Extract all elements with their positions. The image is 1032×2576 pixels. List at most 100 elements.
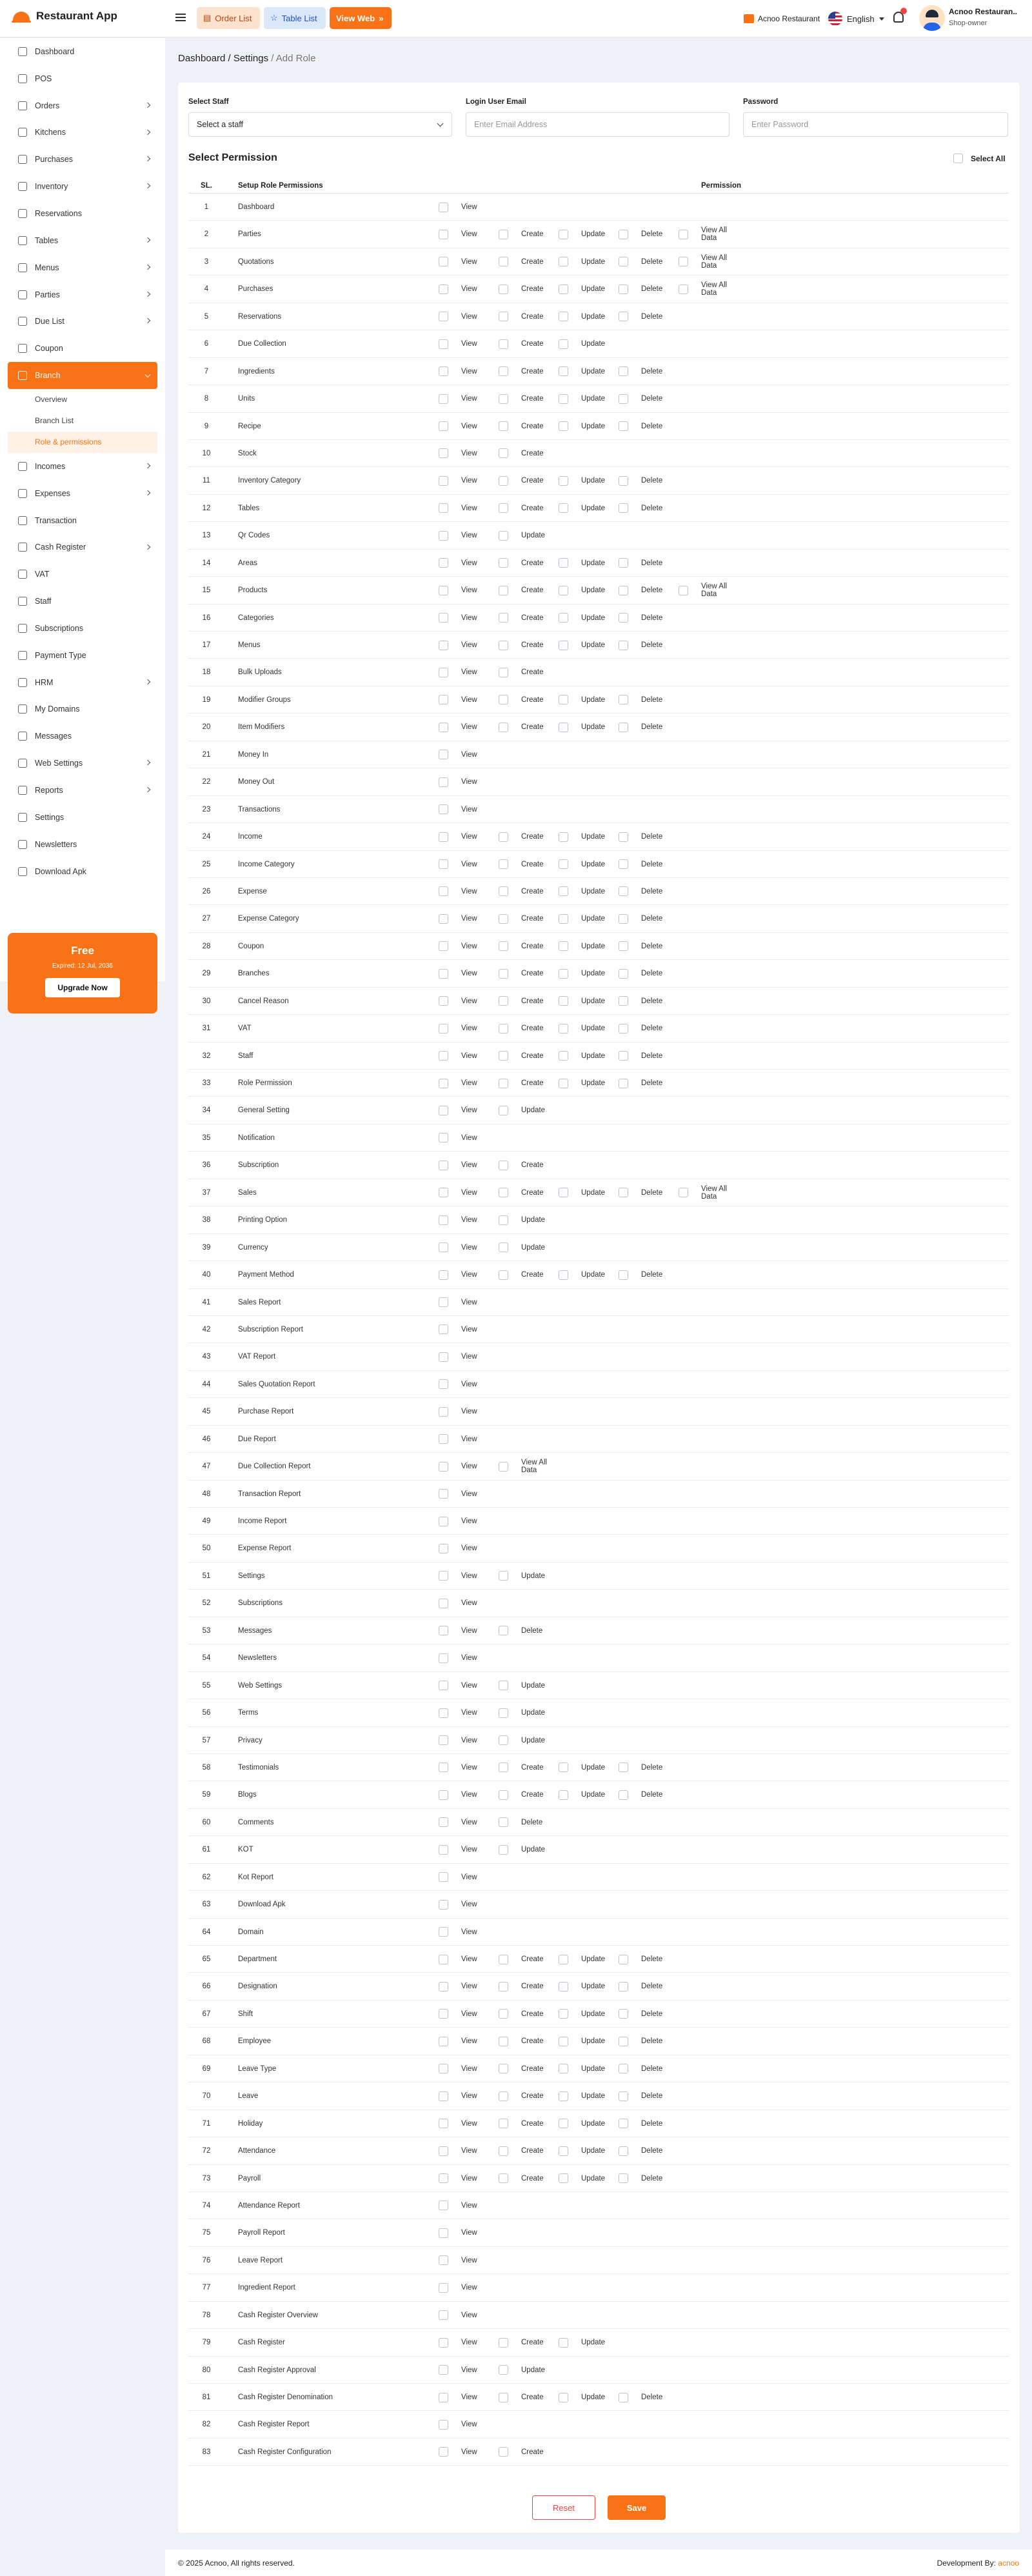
permission-checkbox[interactable] <box>499 421 508 431</box>
permission-checkbox[interactable] <box>439 1105 448 1115</box>
permission-checkbox[interactable] <box>499 2146 508 2156</box>
permission-option-delete[interactable]: Delete <box>619 1078 679 1088</box>
permission-checkbox[interactable] <box>439 1406 448 1417</box>
permission-checkbox[interactable] <box>439 1681 448 1691</box>
permission-checkbox[interactable] <box>559 2009 568 2019</box>
permission-checkbox[interactable] <box>439 1188 448 1198</box>
permission-option-view[interactable]: View <box>439 2447 499 2457</box>
permission-checkbox[interactable] <box>499 2365 508 2375</box>
restaurant-selector[interactable]: Acnoo Restaurant <box>744 7 820 30</box>
permission-option-view[interactable]: View <box>439 1489 499 1499</box>
permission-checkbox[interactable] <box>499 968 508 979</box>
avatar[interactable] <box>919 5 945 31</box>
sidebar-item-inventory[interactable]: Inventory <box>0 173 165 200</box>
permission-checkbox[interactable] <box>499 914 508 924</box>
permission-option-delete[interactable]: Delete <box>619 284 679 294</box>
permission-checkbox[interactable] <box>439 1352 448 1362</box>
permission-option-delete[interactable]: Delete <box>619 914 679 924</box>
permission-checkbox[interactable] <box>499 2036 508 2046</box>
permission-option-view[interactable]: View <box>439 312 499 322</box>
permission-option-delete[interactable]: Delete <box>619 2009 679 2019</box>
permission-option-create[interactable]: Create <box>499 229 559 239</box>
permission-checkbox[interactable] <box>559 722 568 732</box>
permission-option-create[interactable]: Create <box>499 1954 559 1964</box>
permission-option-view[interactable]: View <box>439 394 499 404</box>
permission-checkbox[interactable] <box>439 1899 448 1910</box>
permission-option-delete[interactable]: Delete <box>619 722 679 732</box>
email-field[interactable]: Enter Email Address <box>466 112 729 137</box>
permission-option-delete[interactable]: Delete <box>619 2091 679 2101</box>
permission-option-create[interactable]: Create <box>499 1051 559 1061</box>
permission-option-view[interactable]: View <box>439 1735 499 1745</box>
permission-option-view[interactable]: View <box>439 257 499 267</box>
permission-checkbox[interactable] <box>499 1188 508 1198</box>
sidebar-item-download-apk[interactable]: Download Apk <box>0 858 165 885</box>
permission-option-update[interactable]: Update <box>559 339 619 349</box>
permission-option-view[interactable]: View <box>439 2255 499 2266</box>
permission-checkbox[interactable] <box>439 1598 448 1608</box>
permission-checkbox[interactable] <box>499 2119 508 2129</box>
permission-option-update[interactable]: Update <box>499 1708 559 1718</box>
permission-checkbox[interactable] <box>439 1708 448 1718</box>
permission-option-update[interactable]: Update <box>559 722 619 732</box>
permission-checkbox[interactable] <box>499 503 508 514</box>
permission-option-update[interactable]: Update <box>559 2091 619 2101</box>
permission-option-view[interactable]: View <box>439 1434 499 1444</box>
permission-option-update[interactable]: Update <box>499 1735 559 1745</box>
permission-checkbox[interactable] <box>619 1051 628 1061</box>
permission-option-delete[interactable]: Delete <box>619 640 679 650</box>
permission-checkbox[interactable] <box>559 585 568 595</box>
permission-checkbox[interactable] <box>439 1790 448 1800</box>
permission-checkbox[interactable] <box>499 1023 508 1033</box>
permission-option-view[interactable]: View <box>439 777 499 787</box>
permission-option-update[interactable]: Update <box>559 1790 619 1800</box>
permission-checkbox[interactable] <box>499 2009 508 2019</box>
permission-checkbox[interactable] <box>619 996 628 1006</box>
permission-checkbox[interactable] <box>619 1762 628 1773</box>
permission-option-view[interactable]: View <box>439 1817 499 1828</box>
permission-checkbox[interactable] <box>439 750 448 760</box>
app-logo[interactable]: Restaurant App <box>12 9 117 23</box>
permission-checkbox[interactable] <box>499 722 508 732</box>
permission-checkbox[interactable] <box>619 503 628 514</box>
permission-option-create[interactable]: Create <box>499 640 559 650</box>
permission-option-delete[interactable]: Delete <box>619 257 679 267</box>
permission-checkbox[interactable] <box>439 1653 448 1663</box>
permission-option-view[interactable]: View <box>439 750 499 760</box>
permission-checkbox[interactable] <box>559 613 568 623</box>
sidebar-item-due-list[interactable]: Due List <box>0 308 165 335</box>
permission-option-create[interactable]: Create <box>499 667 559 677</box>
password-field[interactable]: Enter Password <box>743 112 1008 137</box>
permission-option-update[interactable]: Update <box>559 1270 619 1280</box>
permission-checkbox[interactable] <box>439 448 448 459</box>
sidebar-item-newsletters[interactable]: Newsletters <box>0 831 165 858</box>
permission-option-create[interactable]: Create <box>499 421 559 431</box>
sidebar-item-my-domains[interactable]: My Domains <box>0 696 165 723</box>
permission-option-delete[interactable]: Delete <box>619 941 679 952</box>
permission-option-view[interactable]: View <box>439 2392 499 2402</box>
permission-option-delete[interactable]: Delete <box>619 2146 679 2156</box>
permission-option-create[interactable]: Create <box>499 312 559 322</box>
permission-option-create[interactable]: Create <box>499 1188 559 1198</box>
permission-option-create[interactable]: Create <box>499 284 559 294</box>
sidebar-item-settings[interactable]: Settings <box>0 804 165 831</box>
permission-option-create[interactable]: Create <box>499 722 559 732</box>
permission-option-create[interactable]: Create <box>499 1078 559 1088</box>
permission-option-delete[interactable]: Delete <box>619 1051 679 1061</box>
sidebar-item-purchases[interactable]: Purchases <box>0 146 165 173</box>
permission-option-view[interactable]: View <box>439 1215 499 1225</box>
view-web-button[interactable]: View Web» <box>330 7 392 29</box>
permission-checkbox[interactable] <box>559 284 568 294</box>
permission-checkbox[interactable] <box>439 475 448 486</box>
permission-checkbox[interactable] <box>619 475 628 486</box>
permission-checkbox[interactable] <box>499 1626 508 1636</box>
sidebar-item-tables[interactable]: Tables <box>0 227 165 254</box>
permission-option-delete[interactable]: Delete <box>619 968 679 979</box>
permission-checkbox[interactable] <box>559 2064 568 2074</box>
permission-checkbox[interactable] <box>619 2392 628 2402</box>
permission-option-delete[interactable]: Delete <box>619 2392 679 2402</box>
permission-option-create[interactable]: Create <box>499 2064 559 2074</box>
permission-checkbox[interactable] <box>439 2173 448 2183</box>
permission-option-view[interactable]: View <box>439 1461 499 1472</box>
permission-checkbox[interactable] <box>439 1872 448 1882</box>
